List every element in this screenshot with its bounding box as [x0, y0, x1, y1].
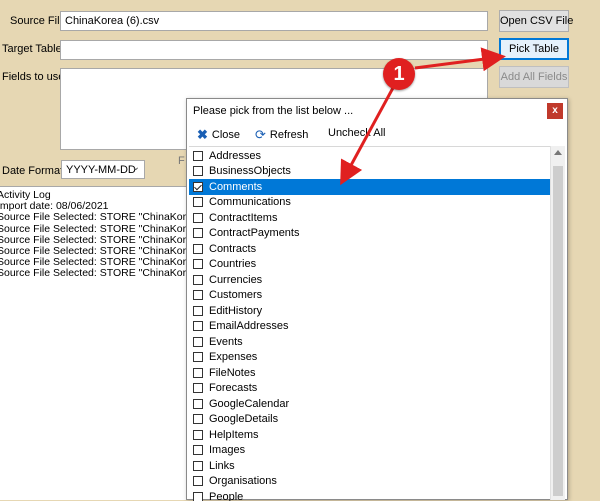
annotation-arrows [340, 47, 506, 186]
step-number-badge: 1 [383, 58, 415, 90]
arrow-to-comments [340, 85, 396, 186]
arrow-to-pick-table [414, 47, 506, 72]
